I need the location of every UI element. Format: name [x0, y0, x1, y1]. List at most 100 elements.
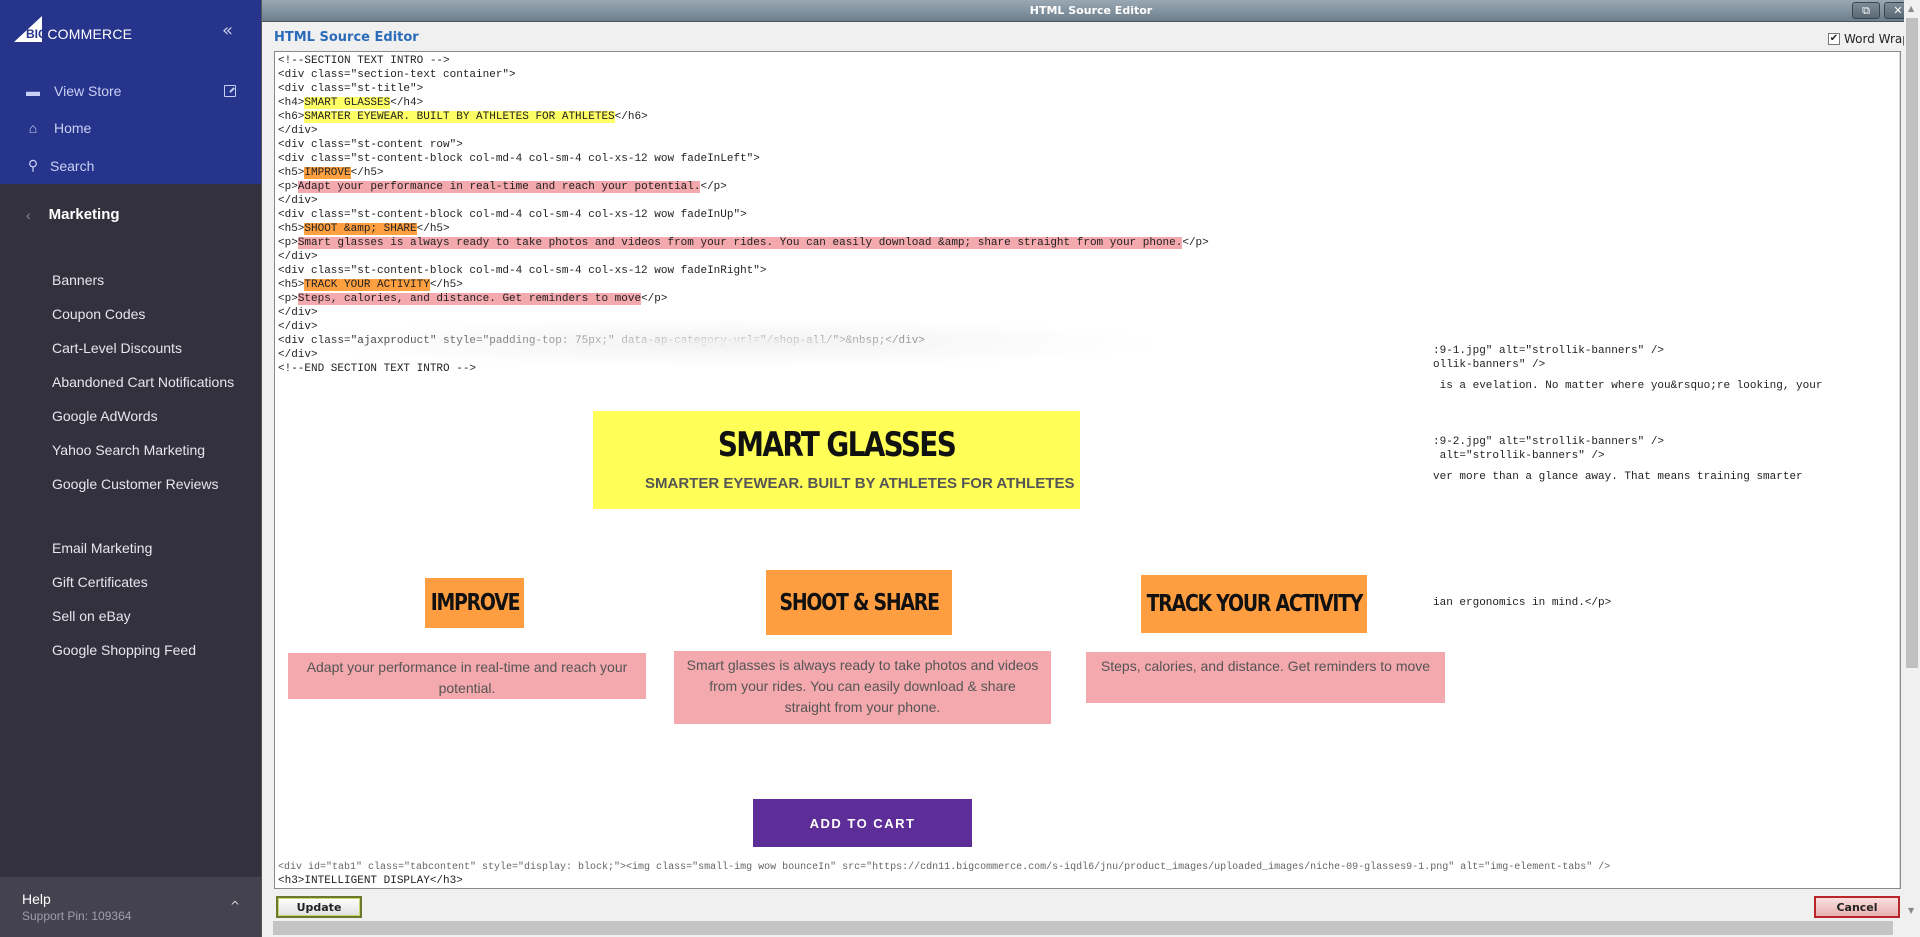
- code-text: </h5>: [416, 223, 450, 235]
- preview-title: SMART GLASSES: [717, 425, 957, 465]
- bigcommerce-logo[interactable]: BIG COMMERCE: [14, 16, 132, 42]
- code-line: <p>Smart glasses is always ready to take…: [278, 236, 1209, 250]
- editor-vertical-scrollbar[interactable]: ▲ ▼: [1899, 52, 1900, 888]
- feature-title-text: IMPROVE: [430, 590, 520, 616]
- sidebar-link-label: Home: [54, 120, 92, 136]
- preview-hero: SMART GLASSES SMARTER EYEWEAR. BUILT BY …: [593, 411, 1080, 509]
- window-titlebar: HTML Source Editor: [262, 0, 1920, 22]
- sidebar-item-abandoned-cart[interactable]: Abandoned Cart Notifications: [52, 374, 234, 390]
- chevron-left-icon[interactable]: ‹: [26, 207, 31, 223]
- code-fragment: :9-1.jpg" alt="strollik-banners" />: [1433, 345, 1665, 357]
- code-text: <h4>: [278, 97, 305, 109]
- code-text: </div>: [278, 195, 318, 207]
- code-line: <h6>SMARTER EYEWEAR. BUILT BY ATHLETES F…: [278, 110, 1209, 124]
- code-highlight: SMARTER EYEWEAR. BUILT BY ATHLETES FOR A…: [304, 111, 615, 123]
- sidebar-item-sell-on-ebay[interactable]: Sell on eBay: [52, 608, 131, 624]
- code-line: </div>: [278, 194, 1209, 208]
- sidebar-item-banners[interactable]: Banners: [52, 272, 104, 288]
- sidebar-item-google-reviews[interactable]: Google Customer Reviews: [52, 476, 219, 492]
- sidebar-link-home[interactable]: ⌂ Home: [24, 120, 92, 136]
- collapse-sidebar-icon[interactable]: «: [222, 20, 233, 41]
- code-fragment: :9-2.jpg" alt="strollik-banners" />: [1433, 436, 1665, 448]
- sidebar-link-search[interactable]: ⚲ Search: [24, 157, 95, 174]
- preview-subtitle: SMARTER EYEWEAR. BUILT BY ATHLETES FOR A…: [645, 475, 1075, 492]
- external-link-icon[interactable]: [224, 85, 236, 97]
- code-line: </div>: [278, 124, 1209, 138]
- feature-text-shoot-share: Smart glasses is always ready to take ph…: [674, 651, 1051, 724]
- editor-heading: HTML Source Editor: [274, 30, 419, 45]
- sidebar: BIG COMMERCE « ▬ View Store ⌂ Home ⚲ Sea…: [0, 0, 261, 937]
- feature-title-shoot-share: SHOOT & SHARE: [766, 570, 952, 635]
- code-text: <div class="st-content-block col-md-4 co…: [278, 209, 747, 221]
- code-text: <h6>: [278, 111, 305, 123]
- code-highlight: Steps, calories, and distance. Get remin…: [297, 293, 642, 305]
- code-line: <!--SECTION TEXT INTRO -->: [278, 54, 1209, 68]
- sidebar-item-gift-certificates[interactable]: Gift Certificates: [52, 574, 148, 590]
- code-highlight: SHOOT &amp; SHARE: [304, 223, 417, 235]
- sidebar-item-yahoo-search[interactable]: Yahoo Search Marketing: [52, 442, 205, 458]
- code-text: <h5>: [278, 167, 305, 179]
- code-text: <p>: [278, 293, 298, 305]
- code-text: <h5>: [278, 279, 305, 291]
- cancel-button[interactable]: Cancel: [1814, 896, 1900, 918]
- feature-title-text: SHOOT & SHARE: [779, 589, 939, 616]
- word-wrap-checkbox[interactable]: ✔: [1828, 33, 1840, 45]
- page-vertical-scrollbar[interactable]: ▲ ▼: [1904, 0, 1920, 937]
- code-line: <h3>INTELLIGENT DISPLAY</h3>: [278, 875, 463, 887]
- code-line: <div class="section-text container">: [278, 68, 1209, 82]
- code-line: <h5>SHOOT &amp; SHARE</h5>: [278, 222, 1209, 236]
- sidebar-item-cart-level-discounts[interactable]: Cart-Level Discounts: [52, 340, 182, 356]
- code-text: <!--SECTION TEXT INTRO -->: [278, 55, 450, 67]
- code-line: </div>: [278, 250, 1209, 264]
- help-label: Help: [22, 891, 51, 907]
- search-icon: ⚲: [27, 157, 39, 173]
- code-text: <div class="st-content-block col-md-4 co…: [278, 265, 767, 277]
- code-line: <h4>SMART GLASSES</h4>: [278, 96, 1209, 110]
- sidebar-item-google-shopping-feed[interactable]: Google Shopping Feed: [52, 642, 196, 658]
- feature-title-text: TRACK YOUR ACTIVITY: [1146, 591, 1363, 617]
- support-pin: Support Pin: 109364: [22, 909, 132, 923]
- code-text: <p>: [278, 237, 298, 249]
- chevron-up-icon[interactable]: ^: [230, 899, 240, 913]
- code-text: </p>: [1182, 237, 1209, 249]
- sidebar-link-label: Search: [50, 157, 95, 174]
- code-line: <p>Adapt your performance in real-time a…: [278, 180, 1209, 194]
- code-fragment: ollik-banners" />: [1433, 359, 1546, 371]
- code-highlight: TRACK YOUR ACTIVITY: [304, 279, 430, 291]
- code-line: <div class="st-content-block col-md-4 co…: [278, 152, 1209, 166]
- html-source-textarea[interactable]: <!--SECTION TEXT INTRO --> <div class="se…: [274, 51, 1901, 889]
- code-line: <p>Steps, calories, and distance. Get re…: [278, 292, 1209, 306]
- logo-big: BIG: [26, 27, 48, 41]
- page-horizontal-scrollbar[interactable]: [273, 921, 1893, 935]
- code-text: </p>: [700, 181, 727, 193]
- code-line: <h5>TRACK YOUR ACTIVITY</h5>: [278, 278, 1209, 292]
- help-panel[interactable]: Help Support Pin: 109364 ^: [0, 877, 261, 937]
- code-highlight: SMART GLASSES: [304, 97, 391, 109]
- sidebar-item-coupon-codes[interactable]: Coupon Codes: [52, 306, 145, 322]
- code-text: <div class="st-content row">: [278, 139, 463, 151]
- update-button[interactable]: Update: [276, 896, 362, 918]
- sidebar-item-google-adwords[interactable]: Google AdWords: [52, 408, 158, 424]
- html-source-editor-window: HTML Source Editor ⧉ ✕ HTML Source Edito…: [261, 0, 1920, 937]
- sidebar-item-email-marketing[interactable]: Email Marketing: [52, 540, 152, 556]
- add-to-cart-button[interactable]: ADD TO CART: [753, 799, 972, 847]
- code-text: </p>: [641, 293, 668, 305]
- scroll-up-arrow-icon[interactable]: ▲: [1908, 4, 1914, 13]
- code-highlight: IMPROVE: [304, 167, 351, 179]
- scroll-down-arrow-icon[interactable]: ▼: [1908, 906, 1914, 915]
- word-wrap-label: Word Wrap: [1844, 32, 1910, 46]
- code-text: <div class="st-content-block col-md-4 co…: [278, 153, 760, 165]
- code-highlight: Smart glasses is always ready to take ph…: [297, 237, 1183, 249]
- code-text: </h4>: [390, 97, 424, 109]
- marketing-section-header[interactable]: ‹ Marketing: [26, 206, 120, 223]
- home-icon: ⌂: [28, 120, 38, 136]
- code-line: <div class="st-content-block col-md-4 co…: [278, 208, 1209, 222]
- code-highlight: Adapt your performance in real-time and …: [297, 181, 701, 193]
- word-wrap-toggle[interactable]: ✔ Word Wrap: [1828, 32, 1910, 46]
- logo-commerce: COMMERCE: [47, 26, 133, 42]
- sidebar-link-view-store[interactable]: ▬ View Store: [24, 83, 121, 99]
- restore-window-button[interactable]: ⧉: [1852, 2, 1880, 19]
- code-line: <div class="st-content-block col-md-4 co…: [278, 264, 1209, 278]
- scrollbar-thumb[interactable]: [1906, 18, 1918, 668]
- code-fragment: ian ergonomics in mind.</p>: [1433, 597, 1612, 609]
